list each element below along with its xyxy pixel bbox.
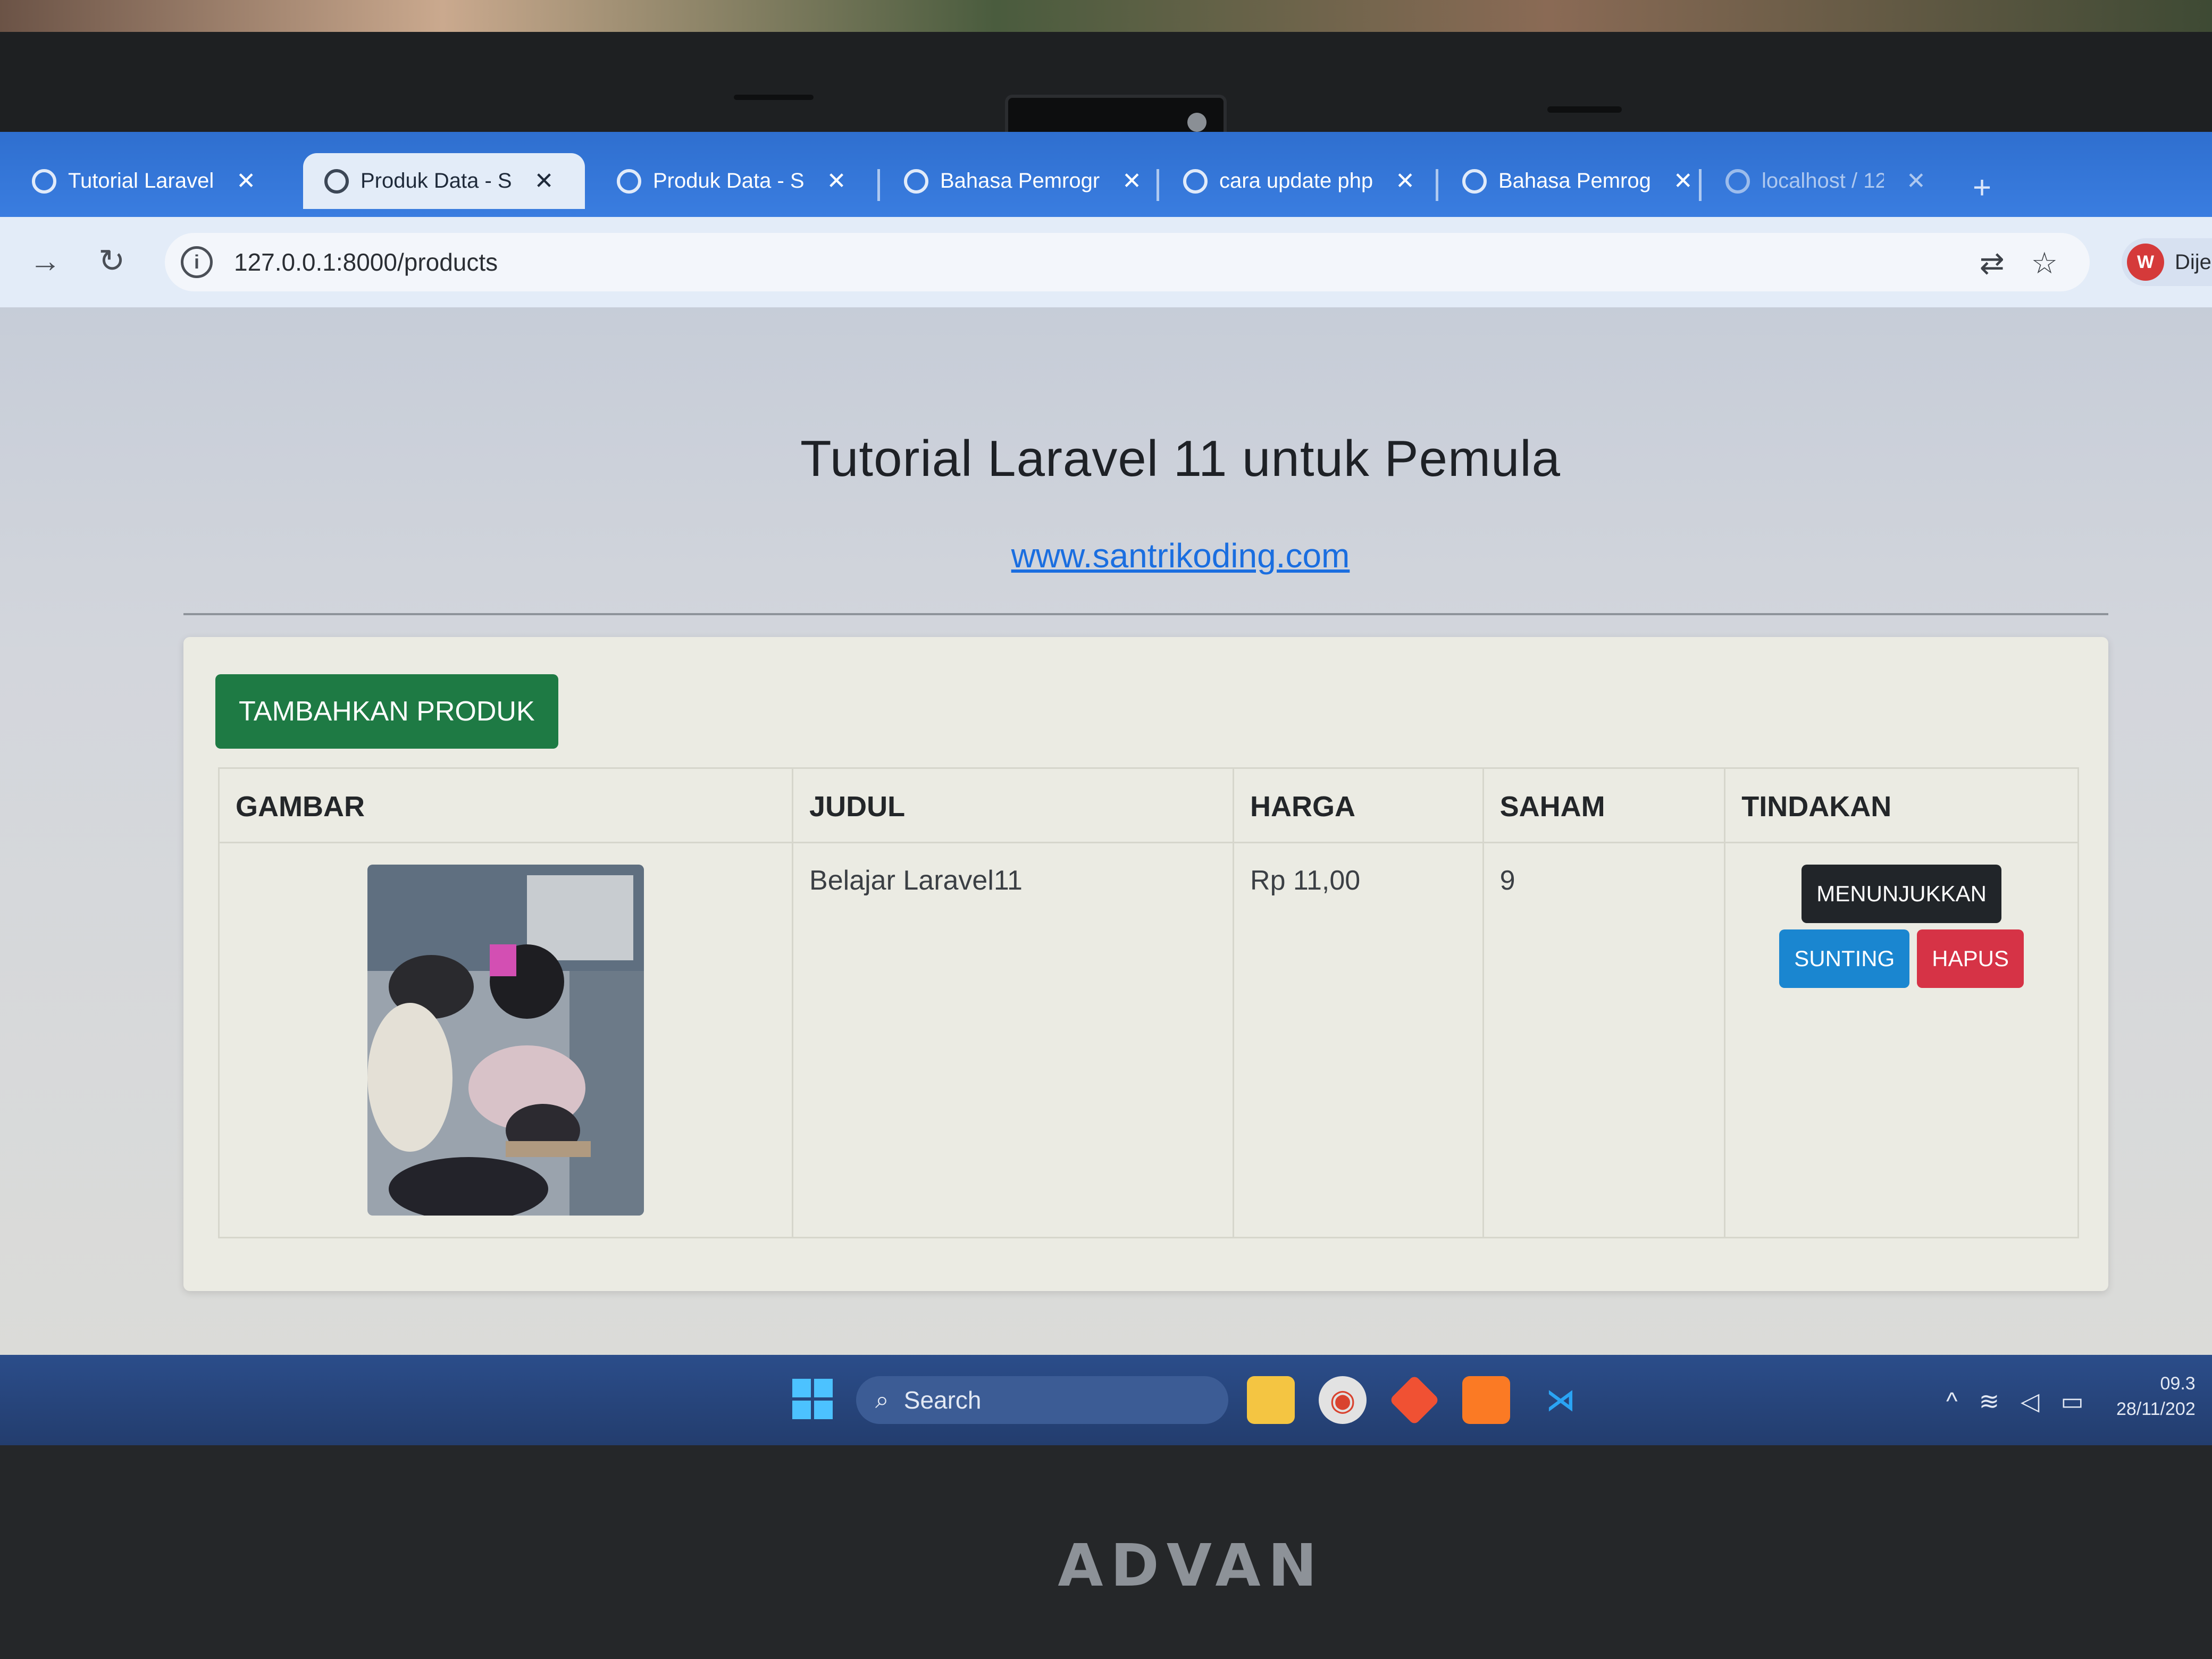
close-icon[interactable]: ✕ <box>827 167 847 195</box>
bezel-slot-left <box>734 95 814 100</box>
cell-harga: Rp 11,00 <box>1233 842 1484 1238</box>
cell-saham: 9 <box>1482 842 1726 1238</box>
tab-title: Produk Data - S <box>361 169 512 192</box>
close-icon[interactable]: ✕ <box>1395 167 1415 195</box>
user-icon <box>1183 169 1208 194</box>
add-product-button[interactable]: TAMBAHKAN PRODUK <box>215 674 558 749</box>
laptop-bezel-top <box>0 32 2212 152</box>
tab-separator <box>1436 169 1438 201</box>
column-header-judul: JUDUL <box>792 767 1235 843</box>
show-button[interactable]: MENUNJUKKAN <box>1802 865 2001 923</box>
volume-icon[interactable]: ◁ <box>2021 1387 2039 1415</box>
tab-2-active[interactable]: Produk Data - S ✕ <box>303 153 585 209</box>
profile-label: Dijed <box>2175 250 2212 274</box>
tab-3[interactable]: Produk Data - S ✕ <box>596 153 867 209</box>
row-actions: MENUNJUKKAN SUNTING HAPUS <box>1741 865 2062 988</box>
system-tray: ^ ≋ ◁ ▭ <box>1946 1387 2084 1415</box>
url-text: 127.0.0.1:8000/products <box>234 248 498 276</box>
tab-title: cara update php <box>1219 169 1373 192</box>
products-card: TAMBAHKAN PRODUK GAMBAR JUDUL HARGA SAHA… <box>183 637 2108 1291</box>
tab-title: localhost / 127. <box>1762 169 1884 192</box>
bookmark-star-icon[interactable]: ☆ <box>2031 246 2058 281</box>
tab-5[interactable]: cara update php ✕ <box>1162 153 1436 209</box>
page-title: Tutorial Laravel 11 untuk Pemula <box>800 430 1561 487</box>
laptop-screen: Tutorial Laravel ✕ Produk Data - S ✕ Pro… <box>0 132 2212 1445</box>
globe-icon <box>617 169 641 194</box>
clock-date: 28/11/202 <box>2116 1399 2196 1419</box>
search-icon: ⌕ <box>875 1386 889 1413</box>
web-page: Tutorial Laravel 11 untuk Pemula www.san… <box>0 307 2212 1445</box>
webcam-lens <box>1187 113 1206 132</box>
edit-button[interactable]: SUNTING <box>1779 929 1910 988</box>
delete-button[interactable]: HAPUS <box>1917 929 2024 988</box>
tab-separator <box>877 169 880 201</box>
taskbar-clock[interactable]: 09.3 28/11/202 <box>2116 1371 2196 1422</box>
cell-judul: Belajar Laravel11 <box>792 842 1235 1238</box>
address-bar[interactable]: i 127.0.0.1:8000/products ⇄ ☆ <box>165 233 2090 291</box>
site-info-icon[interactable]: i <box>181 246 213 278</box>
tab-title: Tutorial Laravel <box>68 169 214 192</box>
file-explorer-icon[interactable] <box>1247 1376 1295 1424</box>
column-header-harga: HARGA <box>1233 767 1484 843</box>
tab-4[interactable]: Bahasa Pemrogr ✕ <box>883 153 1163 209</box>
clock-time: 09.3 <box>2160 1373 2196 1394</box>
globe-icon <box>904 169 928 194</box>
battery-icon[interactable]: ▭ <box>2061 1387 2084 1415</box>
browser-tab-strip: Tutorial Laravel ✕ Produk Data - S ✕ Pro… <box>0 132 2212 217</box>
vscode-icon[interactable]: ⋊ <box>1537 1376 1585 1424</box>
table-row: Belajar Laravel11 Rp 11,00 9 MENUNJUKKAN… <box>217 842 2079 1238</box>
git-icon[interactable] <box>1389 1375 1440 1426</box>
cell-tindakan: MENUNJUKKAN SUNTING HAPUS <box>1724 842 2079 1238</box>
tab-1[interactable]: Tutorial Laravel ✕ <box>11 153 277 209</box>
chrome-icon[interactable]: ◉ <box>1319 1376 1367 1424</box>
phpmyadmin-icon <box>1725 169 1750 194</box>
row-actions-secondary: SUNTING HAPUS <box>1779 929 2024 988</box>
forward-arrow-icon[interactable]: → <box>29 242 61 279</box>
translate-icon[interactable]: ⇄ <box>1980 246 2005 281</box>
close-icon[interactable]: ✕ <box>1906 167 1926 195</box>
browser-toolbar: → ↻ i 127.0.0.1:8000/products ⇄ ☆ W Dije… <box>0 217 2212 307</box>
new-tab-icon[interactable]: + <box>1973 169 1991 206</box>
tab-separator <box>1157 169 1159 201</box>
tab-7[interactable]: localhost / 127. ✕ <box>1704 153 1947 209</box>
tab-6[interactable]: Bahasa Pemrog ✕ <box>1441 153 1714 209</box>
address-bar-actions: ⇄ ☆ <box>1980 246 2058 281</box>
globe-icon <box>1462 169 1487 194</box>
tab-separator <box>1699 169 1702 201</box>
taskbar-search-label: Search <box>903 1386 982 1414</box>
reload-icon[interactable]: ↻ <box>98 242 125 280</box>
globe-icon <box>324 169 349 194</box>
avatar: W <box>2127 244 2164 281</box>
taskbar-search[interactable]: ⌕ Search <box>856 1376 1228 1424</box>
products-table: GAMBAR JUDUL HARGA SAHAM TINDAKAN Belaja… <box>217 767 2079 1238</box>
tab-title: Produk Data - S <box>653 169 805 192</box>
wifi-icon[interactable]: ≋ <box>1979 1387 2000 1415</box>
close-icon[interactable]: ✕ <box>534 167 554 195</box>
bezel-slot-right <box>1547 106 1622 113</box>
windows-start-icon[interactable] <box>792 1379 833 1419</box>
laptop-brand-logo: ADVAN <box>1058 1531 1325 1599</box>
column-header-tindakan: TINDAKAN <box>1724 767 2079 843</box>
divider <box>183 613 2108 615</box>
product-image <box>367 865 644 1216</box>
xampp-icon[interactable] <box>1462 1376 1510 1424</box>
close-icon[interactable]: ✕ <box>236 167 256 195</box>
profile-button[interactable]: W Dijed <box>2122 238 2212 286</box>
close-icon[interactable]: ✕ <box>1673 167 1693 195</box>
close-icon[interactable]: ✕ <box>1122 167 1142 195</box>
column-header-saham: SAHAM <box>1482 767 1726 843</box>
cell-gambar <box>217 842 794 1238</box>
column-header-gambar: GAMBAR <box>217 767 794 843</box>
chevron-up-icon[interactable]: ^ <box>1946 1387 1958 1415</box>
table-header-row: GAMBAR JUDUL HARGA SAHAM TINDAKAN <box>217 767 2079 843</box>
tab-title: Bahasa Pemrog <box>1498 169 1651 192</box>
site-link[interactable]: www.santrikoding.com <box>0 536 2212 575</box>
windows-taskbar: ⌕ Search ◉ ⋊ ^ ≋ ◁ ▭ 09.3 28/11/202 <box>0 1355 2212 1445</box>
tab-title: Bahasa Pemrogr <box>940 169 1100 192</box>
chrome-icon <box>32 169 56 194</box>
